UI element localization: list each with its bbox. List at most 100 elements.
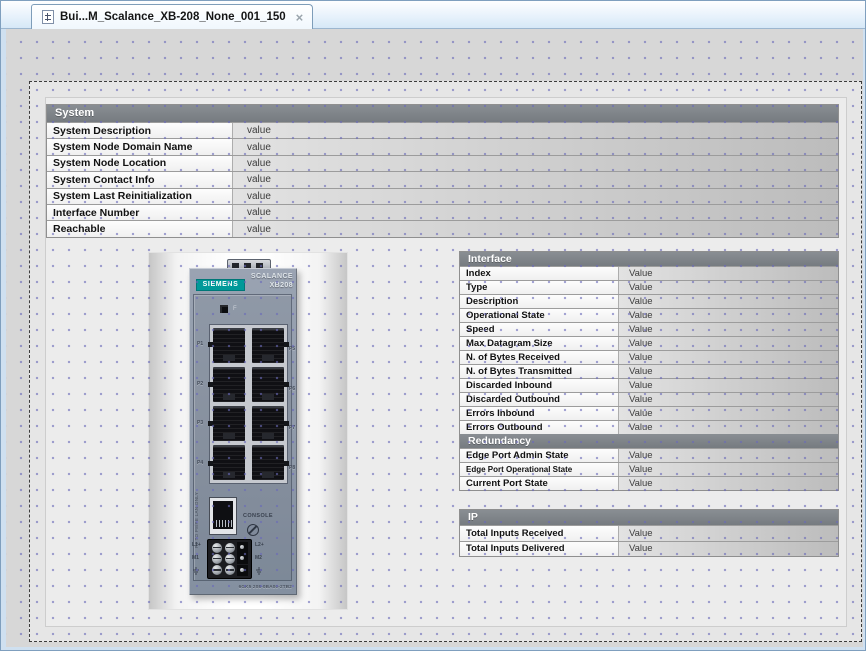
row-value-field[interactable]: Value [619,267,838,280]
faceplate-editor-window: Bui...M_Scalance_XB-208_None_001_150 × S… [0,0,866,651]
row-label: Max Datagram Size [460,337,619,350]
row-label: System Node Domain Name [47,139,233,154]
row-value-field[interactable]: value [233,139,838,154]
console-label: CONSOLE [243,513,273,519]
rj45-port [252,367,284,402]
row-label: Edge Port Admin State [460,449,619,462]
row-value-field[interactable]: Value [619,323,838,336]
row-value-field[interactable]: Value [619,407,838,420]
system-table[interactable]: SystemSystem DescriptionvalueSystem Node… [46,104,839,238]
row-value-field[interactable]: value [233,189,838,204]
model-label: XB208 [251,282,293,291]
port-label: P3 [197,420,203,426]
row-value-field[interactable]: Value [619,351,838,364]
port-led [208,382,213,387]
row-value-field[interactable]: Value [619,337,838,350]
table-row: Discarded OutboundValue [460,392,838,406]
tab-title: Bui...M_Scalance_XB-208_None_001_150 [60,11,286,23]
power-terminal-block [207,539,252,579]
table-row: SpeedValue [460,322,838,336]
row-value-field[interactable]: Value [619,365,838,378]
wire-socket [237,542,248,553]
screw-terminal [225,554,235,564]
table-row: System Descriptionvalue [47,122,838,138]
screw-terminal [225,543,235,553]
table-row: Interface Numbervalue [47,204,838,220]
table-row: Discarded InboundValue [460,378,838,392]
row-label: N. of Bytes Transmitted [460,365,619,378]
table-row: System Last Reinitializationvalue [47,188,838,204]
table-row: N. of Bytes TransmittedValue [460,364,838,378]
row-label: Errors Inbound [460,407,619,420]
table-section-header: Interface [460,252,838,266]
table-row: Total Inputs DeliveredValue [460,541,838,556]
wire-socket [237,553,248,564]
row-value-field[interactable]: value [233,156,838,171]
port-label: P5 [289,346,295,352]
port-led [208,342,213,347]
rj45-port [252,445,284,480]
row-value-field[interactable]: Value [619,526,838,540]
editor-canvas: SystemSystem DescriptionvalueSystem Node… [6,29,863,647]
row-label: Reachable [47,221,233,236]
row-value-field[interactable]: Value [619,393,838,406]
row-label: N. of Bytes Received [460,351,619,364]
siemens-logo: SIEMENS [196,279,245,291]
table-row: Current Port StateValue [460,476,838,490]
row-label: Operational State [460,309,619,322]
row-label: Index [460,267,619,280]
console-port [209,497,237,535]
table-row: Edge Port Operational StateValue [460,462,838,476]
row-label: System Last Reinitialization [47,189,233,204]
screw-terminal [225,565,235,575]
table-row: System Contact Infovalue [47,171,838,187]
row-value-field[interactable]: Value [619,309,838,322]
port-label: P2 [197,381,203,387]
row-value-field[interactable]: Value [619,542,838,556]
faceplate-icon [42,10,54,24]
port-label: P1 [197,341,203,347]
row-value-field[interactable]: value [233,172,838,187]
close-icon[interactable]: × [296,11,304,24]
row-value-field[interactable]: value [233,221,838,236]
table-row: Operational StateValue [460,308,838,322]
product-label: SCALANCE XB208 [251,273,293,290]
screw-terminal [212,554,222,564]
rj45-port [252,406,284,441]
row-value-field[interactable]: value [233,123,838,138]
table-row: Errors OutboundValue [460,420,838,434]
row-value-field[interactable]: Value [619,421,838,434]
rj45-port [213,328,245,363]
table-row: Reachablevalue [47,220,838,236]
row-label: System Description [47,123,233,138]
row-label: Description [460,295,619,308]
device-image[interactable]: SIEMENS SCALANCE XB208 F P1 P2 [148,252,348,610]
port-label: P7 [289,425,295,431]
row-value-field[interactable]: value [233,205,838,220]
row-label: Discarded Outbound [460,393,619,406]
row-label: Errors Outbound [460,421,619,434]
row-value-field[interactable]: Value [619,379,838,392]
table-row: Edge Port Admin StateValue [460,448,838,462]
rj45-port [213,406,245,441]
power-label: M1 [192,555,199,561]
row-value-field[interactable]: Value [619,449,838,462]
table-row: System Node Locationvalue [47,155,838,171]
fault-led [220,305,228,313]
table-row: Errors InboundValue [460,406,838,420]
power-label: L2+ [255,542,264,548]
ip-table[interactable]: IPTotal Inputs ReceivedValueTotal Inputs… [459,509,839,557]
row-label: Current Port State [460,477,619,490]
tab-faceplate[interactable]: Bui...M_Scalance_XB-208_None_001_150 × [31,4,313,29]
screw-terminal [212,565,222,575]
port-led [208,421,213,426]
port-label: P8 [289,465,295,471]
table-section-header: System [47,105,838,122]
table-section-header: IP [460,510,838,525]
table-row: Total Inputs ReceivedValue [460,525,838,540]
row-value-field[interactable]: Value [619,295,838,308]
interface-table[interactable]: InterfaceIndexValueTypeValueDescriptionV… [459,251,839,491]
row-value-field[interactable]: Value [619,463,838,476]
row-value-field[interactable]: Value [619,477,838,490]
row-value-field[interactable]: Value [619,281,838,294]
